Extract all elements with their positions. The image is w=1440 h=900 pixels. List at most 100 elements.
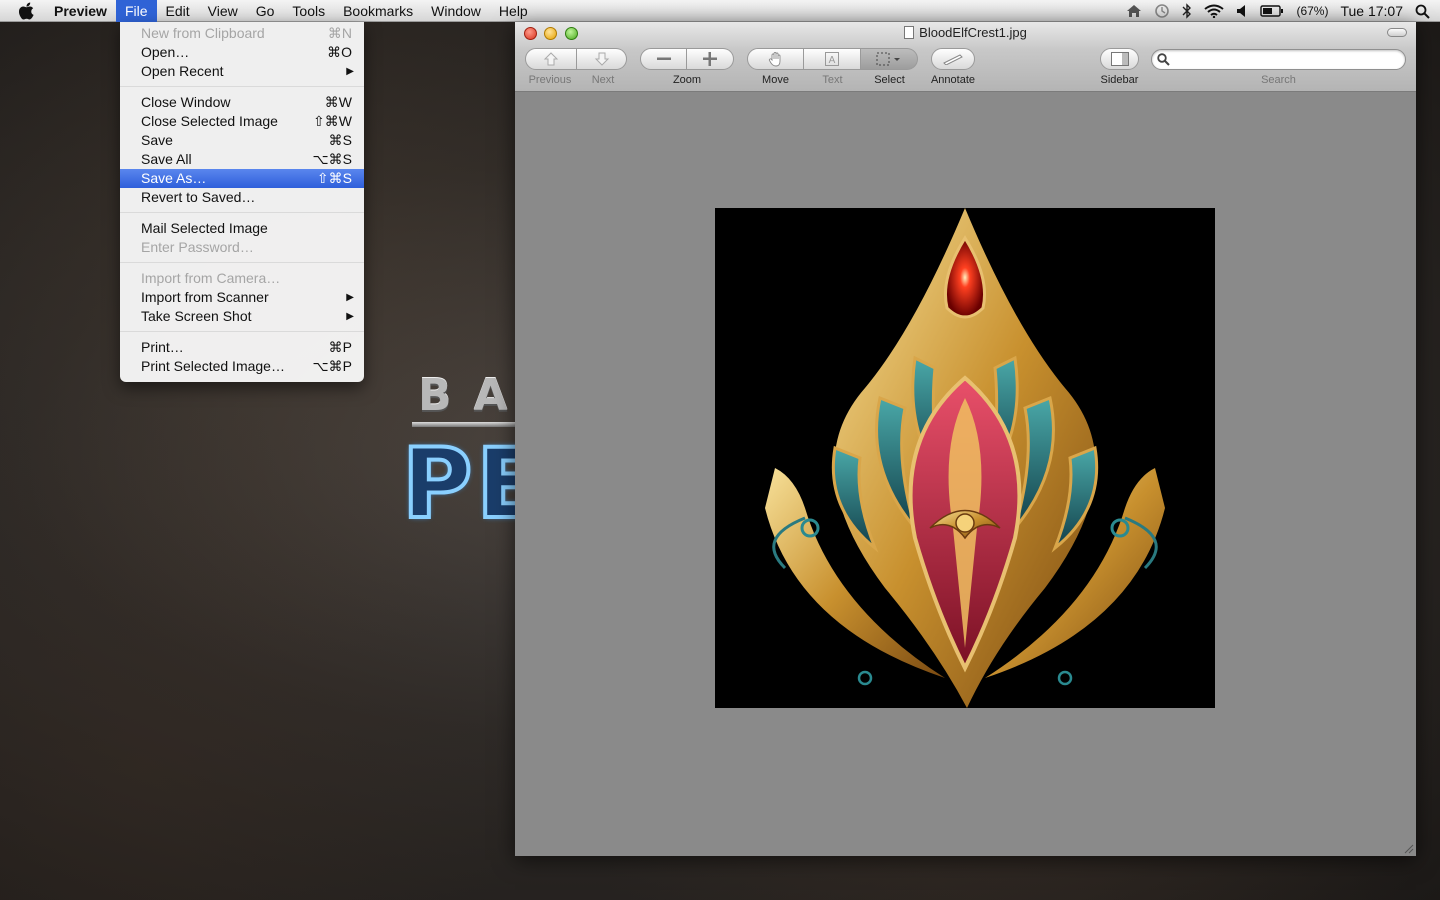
menu-separator [120,262,364,263]
battery-icon[interactable] [1260,5,1284,17]
search-icon [1157,53,1170,66]
spotlight-icon[interactable] [1415,4,1430,19]
home-icon[interactable] [1126,4,1142,18]
menu-item-save[interactable]: Save ⌘S [120,131,364,150]
menu-separator [120,331,364,332]
menu-app-name[interactable]: Preview [54,0,116,22]
previous-label: Previous [528,74,572,86]
menu-item-print[interactable]: Print… ⌘P [120,338,364,357]
menu-shortcut: ⇧⌘W [313,113,352,129]
volume-icon[interactable] [1236,4,1248,18]
menu-tools[interactable]: Tools [283,0,334,22]
menu-item-open-recent[interactable]: Open Recent ▶ [120,62,364,81]
menu-item-print-selected-image[interactable]: Print Selected Image… ⌥⌘P [120,357,364,376]
text-tool-icon: A [825,52,839,66]
apple-menu-icon[interactable] [0,0,54,22]
desktop-logo-line [412,422,522,427]
menu-item-close-window[interactable]: Close Window ⌘W [120,93,364,112]
menu-item-mail-selected-image[interactable]: Mail Selected Image [120,219,364,238]
menu-go[interactable]: Go [247,0,284,22]
time-machine-icon[interactable] [1154,3,1170,19]
text-label: Text [822,74,843,86]
menu-bar: Preview File Edit View Go Tools Bookmark… [0,0,1440,22]
zoom-in-button[interactable] [687,48,734,70]
menu-file[interactable]: File [115,0,157,22]
menu-item-label: Print Selected Image… [141,358,285,374]
annotate-label: Annotate [930,74,976,86]
text-tool-button[interactable]: A [804,48,861,70]
menu-help[interactable]: Help [490,0,537,22]
sidebar-icon [1110,52,1129,66]
minus-icon [656,57,671,60]
zoom-group [640,48,734,70]
search-field[interactable] [1151,49,1406,70]
menu-bookmarks[interactable]: Bookmarks [334,0,422,22]
menu-item-label: Take Screen Shot [141,308,252,324]
submenu-arrow-icon: ▶ [346,66,354,77]
next-label: Next [591,74,615,86]
window-title-bar-text: BloodElfCrest1.jpg [515,25,1416,40]
select-label: Select [874,74,905,86]
menu-item-label: Import from Camera… [141,270,281,286]
menu-item-label: Enter Password… [141,239,254,255]
resize-grip-icon[interactable] [1404,844,1414,854]
move-label: Move [762,74,789,86]
battery-percent: (67%) [1296,4,1329,18]
arrow-down-icon [594,52,609,66]
menu-view[interactable]: View [199,0,247,22]
menu-item-take-screen-shot[interactable]: Take Screen Shot ▶ [120,307,364,326]
menubar-clock[interactable]: Tue 17:07 [1340,3,1403,19]
search-label: Search [1261,74,1296,86]
zoom-label: Zoom [672,74,702,86]
previous-button[interactable] [525,48,577,70]
menu-edit[interactable]: Edit [157,0,199,22]
menu-separator [120,86,364,87]
svg-text:A: A [829,55,836,66]
menu-item-save-as[interactable]: Save As… ⇧⌘S [120,169,364,188]
submenu-arrow-icon: ▶ [346,292,354,303]
previous-next-group [525,48,627,70]
search-input[interactable] [1174,52,1399,68]
menu-item-enter-password: Enter Password… [120,238,364,257]
window-title: BloodElfCrest1.jpg [919,25,1027,40]
menu-item-import-from-camera: Import from Camera… [120,269,364,288]
menu-item-label: Close Window [141,94,231,110]
annotate-group [931,48,975,70]
annotate-button[interactable] [931,48,975,70]
next-button[interactable] [577,48,627,70]
menu-shortcut: ⇧⌘S [316,170,352,186]
menu-item-label: Close Selected Image [141,113,278,129]
arrow-up-icon [543,52,559,66]
sidebar-group [1100,48,1139,70]
menu-item-open[interactable]: Open… ⌘O [120,43,364,62]
menu-separator [120,212,364,213]
blood-elf-crest-image[interactable] [715,208,1215,708]
bluetooth-icon[interactable] [1182,3,1192,19]
menu-item-revert-to-saved[interactable]: Revert to Saved… [120,188,364,207]
menu-item-close-selected-image[interactable]: Close Selected Image ⇧⌘W [120,112,364,131]
menu-item-new-from-clipboard: New from Clipboard ⌘N [120,24,364,43]
menu-item-label: Open… [141,44,190,60]
menu-shortcut: ⌘O [327,44,352,60]
move-tool-button[interactable] [747,48,804,70]
toolbar-toggle-button[interactable] [1387,28,1407,37]
plus-icon [703,52,717,66]
wifi-icon[interactable] [1204,4,1225,18]
zoom-out-button[interactable] [640,48,687,70]
menu-shortcut: ⌘N [327,25,352,41]
sidebar-button[interactable] [1100,48,1139,70]
image-canvas[interactable] [515,92,1416,856]
menu-window[interactable]: Window [422,0,490,22]
menu-shortcut: ⌘W [324,94,352,110]
document-icon[interactable] [904,26,915,39]
select-tool-button[interactable] [861,48,918,70]
pencil-icon [943,54,963,65]
menu-item-label: Import from Scanner [141,289,269,305]
file-menu-dropdown: New from Clipboard ⌘N Open… ⌘O Open Rece… [120,22,364,382]
menu-item-label: Print… [141,339,184,355]
submenu-arrow-icon: ▶ [346,311,354,322]
menu-item-save-all[interactable]: Save All ⌥⌘S [120,150,364,169]
window-titlebar[interactable]: BloodElfCrest1.jpg Previous Next Zoom A … [515,22,1416,92]
menu-item-import-from-scanner[interactable]: Import from Scanner ▶ [120,288,364,307]
tool-mode-group: A [747,48,918,70]
